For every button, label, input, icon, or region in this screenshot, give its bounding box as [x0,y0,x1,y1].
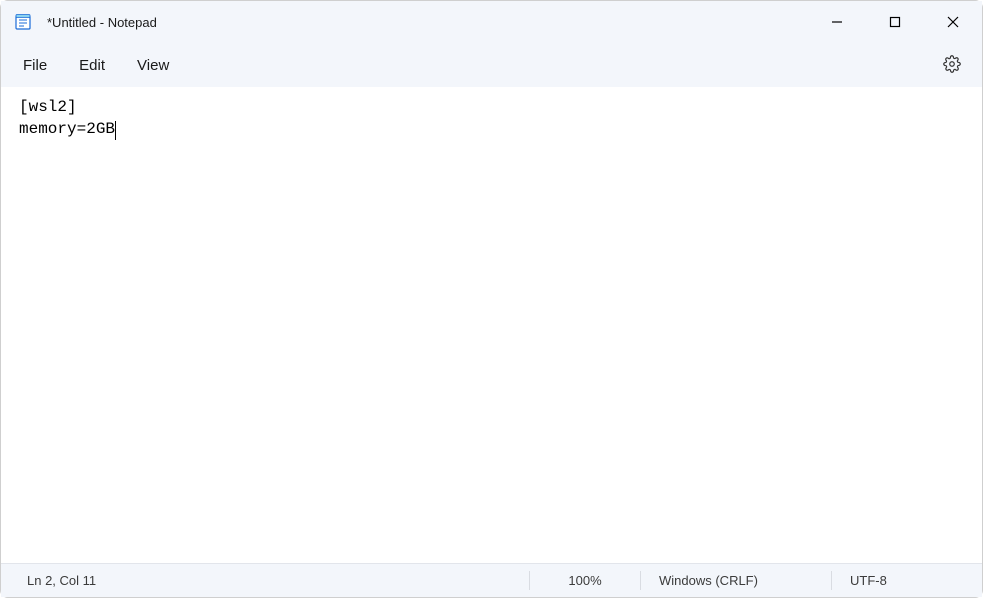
menu-file[interactable]: File [7,51,63,80]
window-controls [808,1,982,43]
window-title: *Untitled - Notepad [47,15,157,30]
editor-textarea[interactable]: [wsl2] memory=2GB [1,87,982,563]
gear-icon [943,55,961,76]
status-bar: Ln 2, Col 11 100% Windows (CRLF) UTF-8 [1,563,982,597]
status-encoding[interactable]: UTF-8 [832,564,982,597]
minimize-button[interactable] [808,1,866,43]
status-zoom[interactable]: 100% [530,564,640,597]
title-bar: *Untitled - Notepad [1,1,982,43]
menu-view[interactable]: View [121,51,185,80]
close-button[interactable] [924,1,982,43]
menu-edit[interactable]: Edit [63,51,121,80]
editor-content: [wsl2] memory=2GB [19,98,115,138]
menu-bar: File Edit View [1,43,982,87]
maximize-button[interactable] [866,1,924,43]
status-line-ending[interactable]: Windows (CRLF) [641,564,831,597]
text-caret [115,121,116,139]
status-cursor-position: Ln 2, Col 11 [1,564,529,597]
notepad-icon [13,12,33,32]
settings-button[interactable] [936,49,968,81]
